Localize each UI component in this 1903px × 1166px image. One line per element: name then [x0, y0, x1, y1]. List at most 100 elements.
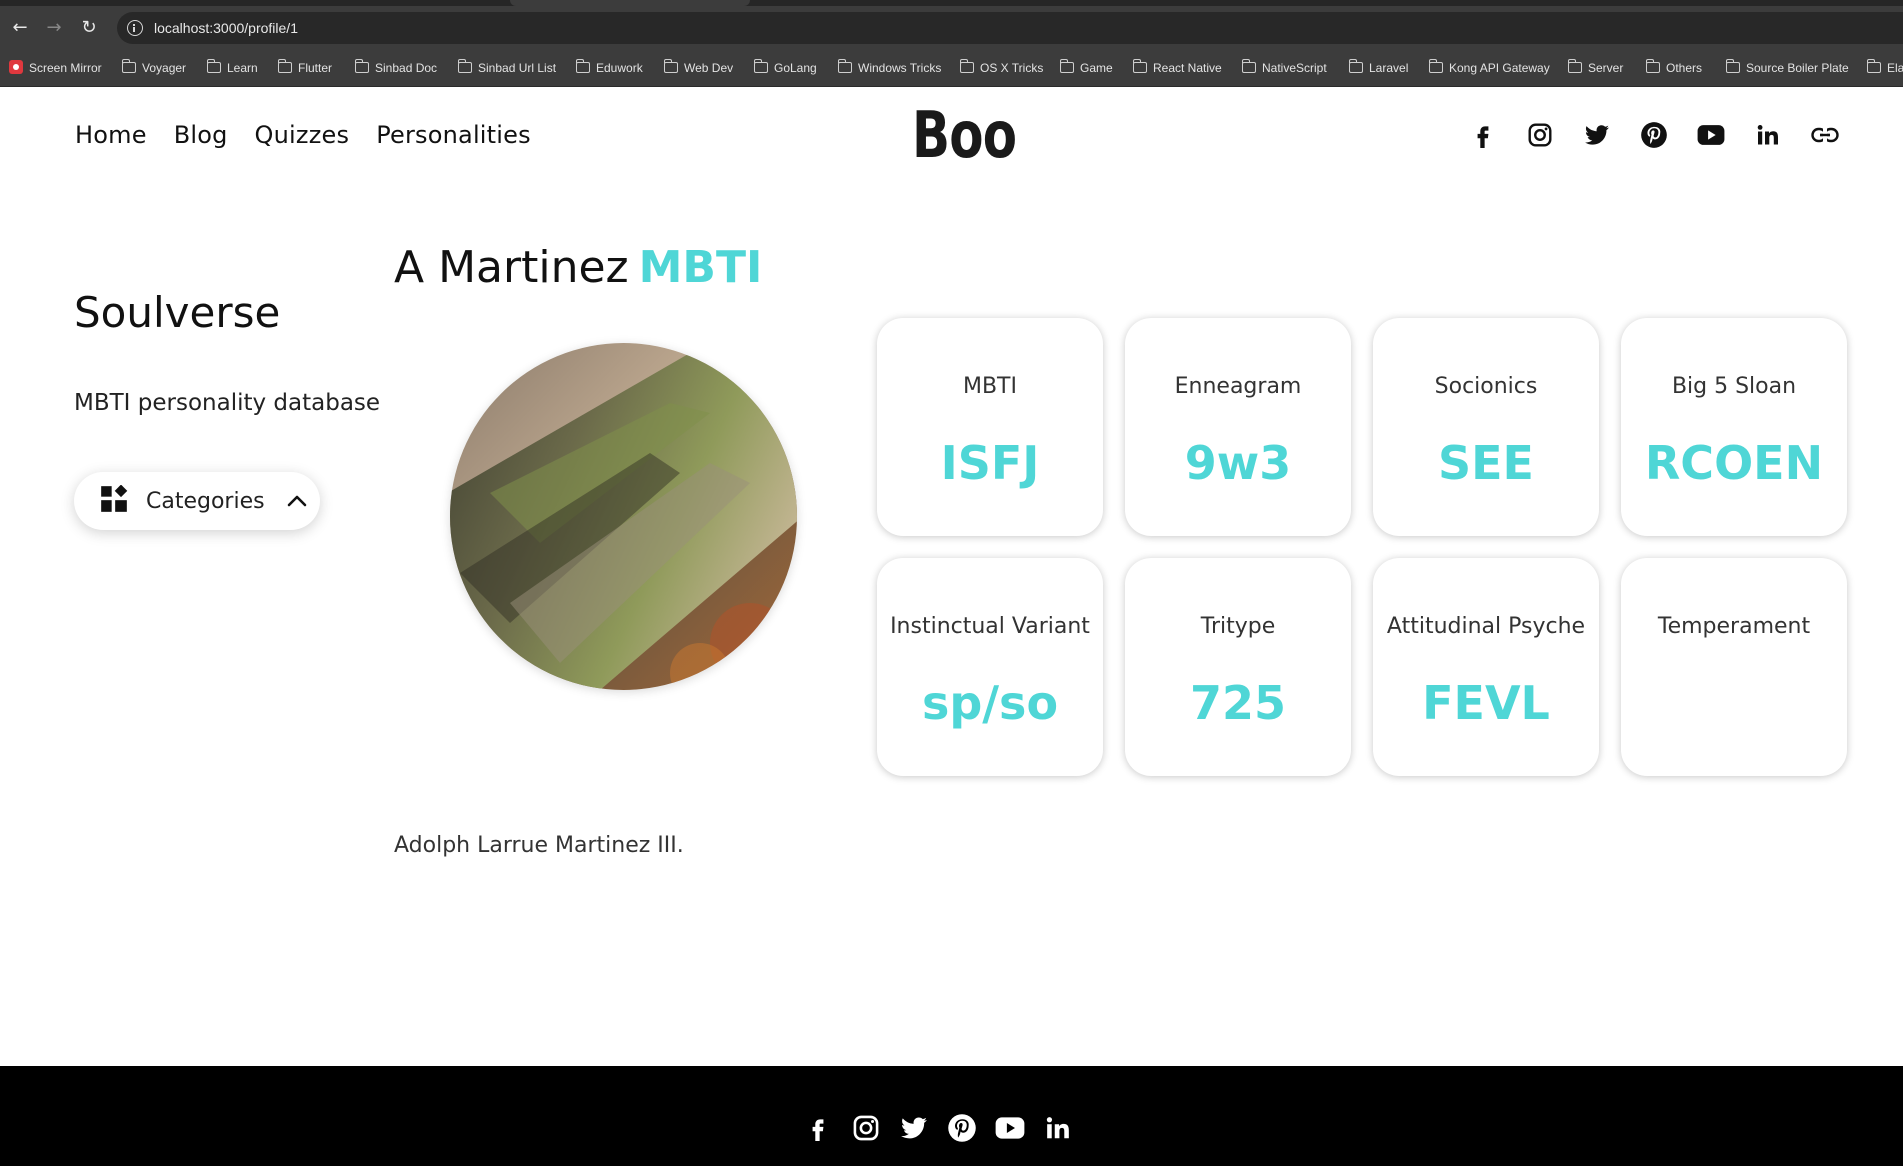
card-value: FEVL [1422, 676, 1550, 730]
bookmark-folder[interactable]: GoLang [753, 59, 817, 77]
nav-home[interactable]: Home [75, 121, 147, 149]
folder-icon [1241, 59, 1256, 73]
card-label: MBTI [962, 374, 1017, 399]
folder-icon [354, 59, 369, 73]
bookmark-folder[interactable]: Server [1567, 59, 1623, 77]
card-attitudinal-psyche[interactable]: Attitudinal Psyche FEVL [1373, 558, 1599, 776]
categories-label: Categories [146, 488, 265, 514]
link-icon[interactable] [1810, 120, 1840, 150]
youtube-icon[interactable] [1696, 120, 1726, 150]
bookmark-folder[interactable]: Others [1645, 59, 1702, 77]
card-enneagram[interactable]: Enneagram 9w3 [1125, 318, 1351, 536]
card-value: RCOEN [1644, 436, 1824, 490]
bookmark-folder[interactable]: Voyager [121, 59, 186, 77]
folder-icon [959, 59, 974, 73]
folder-icon [1348, 59, 1363, 73]
folder-icon [1132, 59, 1147, 73]
bookmark-folder[interactable]: Sinbad Doc [354, 59, 437, 77]
main-nav: Home Blog Quizzes Personalities [75, 121, 531, 149]
folder-icon [206, 59, 221, 73]
folder-icon [121, 59, 136, 73]
bookmark-folder[interactable]: Windows Tricks [837, 59, 941, 77]
profile-bio: Adolph Larrue Martinez III. [394, 833, 684, 858]
header-social-links [1468, 120, 1840, 150]
card-label: Instinctual Variant [890, 614, 1090, 639]
card-big5[interactable]: Big 5 Sloan RCOEN [1621, 318, 1847, 536]
card-value: 9w3 [1184, 436, 1292, 490]
categories-grid-icon [100, 484, 128, 518]
tab-strip [0, 0, 1903, 6]
site-info-icon[interactable] [127, 20, 143, 36]
address-bar[interactable]: localhost:3000/profile/1 [117, 12, 1903, 44]
bookmark-folder[interactable]: Game [1059, 59, 1113, 77]
card-value: 725 [1189, 676, 1287, 730]
sidebar-title: Soulverse [74, 288, 281, 337]
facebook-icon[interactable] [802, 1112, 834, 1144]
folder-icon [575, 59, 590, 73]
site-logo[interactable]: Boo [912, 100, 1017, 172]
facebook-icon[interactable] [1468, 120, 1498, 150]
profile-name-tag: MBTI [638, 242, 763, 293]
linkedin-icon[interactable] [1042, 1112, 1074, 1144]
browser-toolbar: ← → ↻ localhost:3000/profile/1 [0, 0, 1903, 49]
folder-icon [1428, 59, 1443, 73]
folder-icon [1645, 59, 1660, 73]
youtube-icon[interactable] [994, 1112, 1026, 1144]
categories-button[interactable]: Categories [74, 472, 320, 530]
back-icon[interactable]: ← [8, 16, 32, 40]
card-value: SEE [1438, 436, 1534, 490]
pinterest-icon[interactable] [1639, 120, 1669, 150]
card-instinctual-variant[interactable]: Instinctual Variant sp/so [877, 558, 1103, 776]
card-value: ISFJ [940, 436, 1040, 490]
bookmark-item[interactable]: Screen Mirror [9, 59, 102, 77]
record-icon [9, 60, 23, 74]
bookmark-folder[interactable]: Web Dev [663, 59, 733, 77]
nav-quizzes[interactable]: Quizzes [255, 121, 350, 149]
folder-icon [1725, 59, 1740, 73]
nav-personalities[interactable]: Personalities [376, 121, 531, 149]
sidebar-subtitle: MBTI personality database [74, 390, 381, 416]
nav-blog[interactable]: Blog [174, 121, 228, 149]
reload-icon[interactable]: ↻ [77, 16, 101, 40]
card-value: sp/so [921, 676, 1059, 730]
bookmark-folder[interactable]: Sinbad Url List [457, 59, 556, 77]
bookmark-folder[interactable]: Source Boiler Plate [1725, 59, 1849, 77]
active-tab[interactable] [510, 0, 750, 6]
bookmark-folder[interactable]: Eduwork [575, 59, 643, 77]
bookmark-folder[interactable]: NativeScript [1241, 59, 1327, 77]
bookmark-folder[interactable]: Flutter [277, 59, 332, 77]
folder-icon [1059, 59, 1074, 73]
linkedin-icon[interactable] [1753, 120, 1783, 150]
card-label: Socionics [1434, 374, 1538, 399]
bookmark-folder[interactable]: OS X Tricks [959, 59, 1043, 77]
card-mbti[interactable]: MBTI ISFJ [877, 318, 1103, 536]
folder-icon [837, 59, 852, 73]
pinterest-icon[interactable] [946, 1112, 978, 1144]
bookmark-folder[interactable]: React Native [1132, 59, 1222, 77]
bookmark-folder[interactable]: Kong API Gateway [1428, 59, 1550, 77]
folder-icon [1567, 59, 1582, 73]
bookmark-folder[interactable]: Laravel [1348, 59, 1408, 77]
chevron-up-icon [285, 489, 309, 513]
bookmarks-bar: Screen Mirror Voyager Learn Flutter Sinb… [0, 49, 1903, 87]
twitter-icon[interactable] [898, 1112, 930, 1144]
card-label: Attitudinal Psyche [1386, 614, 1586, 639]
profile-avatar [450, 343, 797, 690]
instagram-icon[interactable] [1525, 120, 1555, 150]
card-socionics[interactable]: Socionics SEE [1373, 318, 1599, 536]
folder-icon [1866, 59, 1881, 73]
instagram-icon[interactable] [850, 1112, 882, 1144]
folder-icon [663, 59, 678, 73]
bookmark-folder[interactable]: Ela [1866, 59, 1903, 77]
folder-icon [457, 59, 472, 73]
card-label: Tritype [1200, 614, 1276, 639]
profile-heading: A Martinez MBTI [394, 242, 762, 293]
bookmark-folder[interactable]: Learn [206, 59, 258, 77]
card-temperament[interactable]: Temperament [1621, 558, 1847, 776]
url-text[interactable]: localhost:3000/profile/1 [154, 20, 298, 36]
card-label: Big 5 Sloan [1671, 374, 1797, 399]
profile-name: A Martinez [394, 242, 629, 293]
forward-icon[interactable]: → [42, 16, 66, 40]
card-tritype[interactable]: Tritype 725 [1125, 558, 1351, 776]
twitter-icon[interactable] [1582, 120, 1612, 150]
